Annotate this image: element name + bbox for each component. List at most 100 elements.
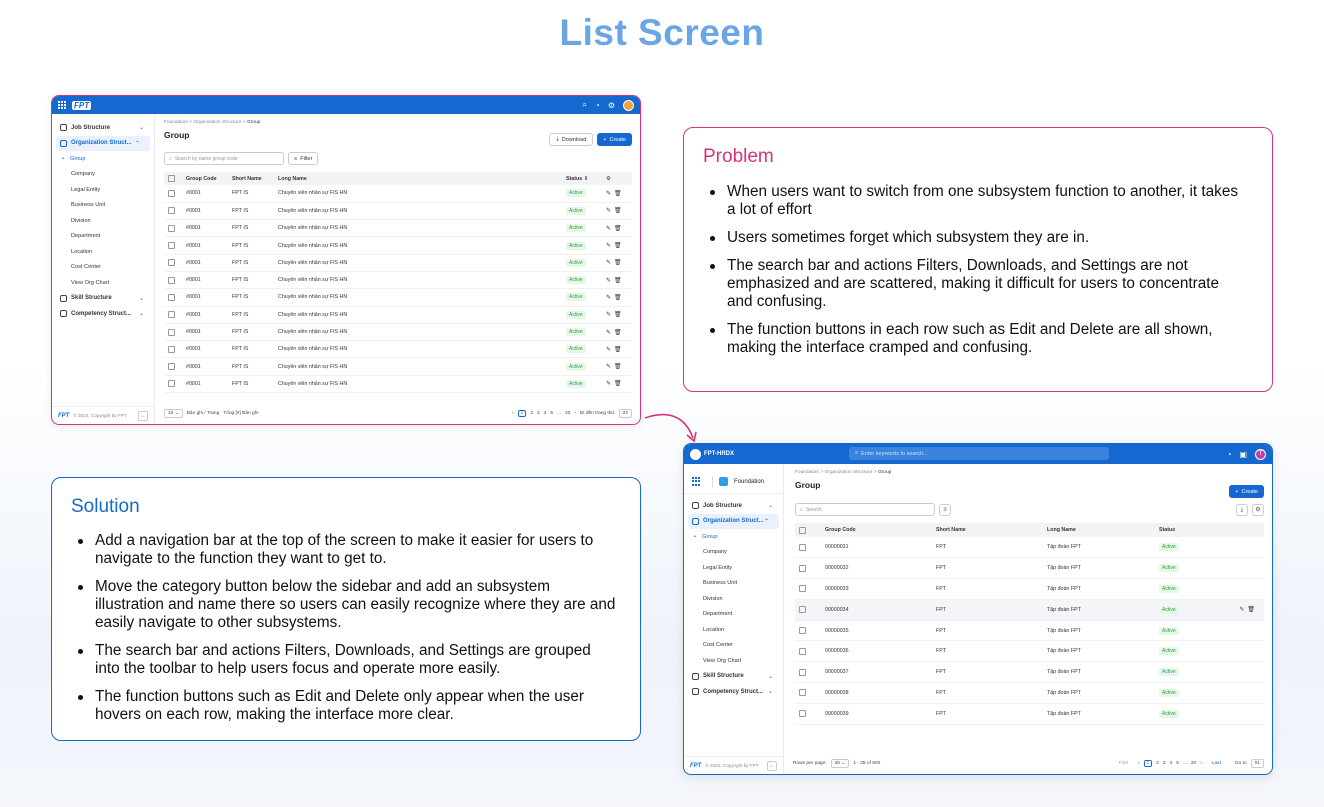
sidebar-subitem-group[interactable]: Group [52,151,154,167]
sidebar-subitem-business-unit[interactable]: Business Unit [52,198,154,214]
collapse-sidebar-icon[interactable]: ← [767,760,777,771]
table-row[interactable]: #0001 FPT IS Chuyên viên nhân sự FIS HN Act… [164,185,632,203]
row-checkbox[interactable] [799,689,806,697]
sidebar-item-organization-structure[interactable]: Organization Struct... ⌃ [56,135,150,151]
group-code-link[interactable]: 00000038 [821,682,932,704]
row-checkbox[interactable] [799,585,806,593]
trash-icon[interactable]: 🗑 [614,364,625,370]
group-code-link[interactable]: #0001 [182,271,228,290]
create-button[interactable]: + Create [597,133,632,146]
rows-per-page-select[interactable]: 25 ⌄ [830,758,850,768]
sidebar-subitem-cost-center[interactable]: Cost Center [684,638,783,654]
global-search-input[interactable]: ⌕ Enter keywords to search... [849,447,1109,460]
create-button[interactable]: + Create [1229,485,1264,498]
page-number[interactable]: 1 [1143,759,1153,767]
sidebar-item-organization-structure[interactable]: Organization Struct... ⌃ [688,513,779,529]
last-page-button[interactable]: Last [1212,761,1221,766]
trash-icon[interactable]: 🗑 [614,278,625,284]
group-code-link[interactable]: #0001 [182,375,228,394]
edit-icon[interactable]: ✎ [606,226,614,232]
group-code-link[interactable]: #0001 [182,236,228,255]
row-checkbox[interactable] [799,627,806,635]
sidebar-subitem-department[interactable]: Department [684,607,783,623]
table-row[interactable]: 00000037 FPT Tập đoàn FPT Active [795,661,1264,684]
table-row[interactable]: #0001 FPT IS Chuyên viên nhân sự FIS HN Act… [164,219,632,238]
column-header[interactable]: Short Name [228,172,274,185]
column-header-status[interactable]: Status ⇕ [562,172,602,185]
sidebar-subitem-view-org-chart[interactable]: View Org Chart [684,653,783,669]
edit-icon[interactable]: ✎ [606,330,614,336]
edit-icon[interactable]: ✎ [606,208,614,214]
sidebar-subitem-company[interactable]: Company [684,545,783,561]
sidebar-subitem-cost-center[interactable]: Cost Center [52,260,154,276]
row-checkbox[interactable] [168,189,175,197]
next-page-icon[interactable]: › [574,411,576,416]
edit-icon[interactable]: ✎ [606,191,614,197]
goto-input[interactable]: 22 [618,408,632,418]
sidebar-subitem-business-unit[interactable]: Business Unit [684,576,783,592]
page-number[interactable]: 20 [1191,761,1196,766]
trash-icon[interactable]: 🗑 [614,381,625,387]
row-checkbox[interactable] [799,710,806,718]
trash-icon[interactable]: 🗑 [614,295,625,301]
group-code-link[interactable]: 00000035 [821,620,932,642]
table-row[interactable]: 00000031 FPT Tập đoàn FPT Active [795,537,1264,559]
group-code-link[interactable]: 00000036 [821,640,932,663]
page-number[interactable]: ... [1183,761,1187,766]
page-number[interactable]: 4 [1170,761,1173,766]
subsystem-switcher[interactable]: Foundation [684,470,783,494]
row-checkbox[interactable] [168,293,175,301]
row-checkbox[interactable] [799,668,806,676]
row-checkbox[interactable] [168,363,175,371]
sidebar-subitem-location[interactable]: Location [52,244,154,260]
row-checkbox[interactable] [799,543,806,551]
group-code-link[interactable]: #0001 [182,288,228,307]
app-grid-icon[interactable] [58,100,67,110]
row-checkbox[interactable] [799,647,806,655]
sidebar-subitem-department[interactable]: Department [52,229,154,245]
page-number[interactable]: 2 [1156,761,1159,766]
table-row[interactable]: #0001 FPT IS Chuyên viên nhân sự FIS HN Act… [164,254,632,272]
filter-icon[interactable]: ≡ [939,503,951,516]
group-code-link[interactable]: #0001 [182,340,228,359]
row-checkbox[interactable] [799,606,806,614]
edit-icon[interactable]: ✎ [606,295,614,301]
group-code-link[interactable]: #0001 [182,306,228,324]
trash-icon[interactable]: 🗑 [614,191,625,197]
goto-input[interactable]: 01 [1250,758,1264,768]
column-header[interactable]: Group Code [182,172,228,185]
select-all-checkbox[interactable] [168,175,175,182]
table-row[interactable]: 00000033 FPT Tập đoàn FPT Active [795,578,1264,600]
group-code-link[interactable]: 00000034 [821,599,932,621]
first-page-button[interactable]: First [1119,761,1128,766]
sidebar-subitem-company[interactable]: Company [52,167,154,183]
table-row[interactable]: #0001 FPT IS Chuyên viên nhân sự FIS HN Act… [164,340,632,359]
group-code-link[interactable]: #0001 [182,219,228,238]
table-row[interactable]: 00000039 FPT Tập đoàn FPT Active [795,703,1264,725]
edit-icon[interactable]: ✎ [606,278,614,284]
page-number[interactable]: 1 [517,409,527,417]
page-number[interactable]: 3 [1163,761,1166,766]
bell-icon[interactable]: ◔ [1227,450,1232,459]
table-row[interactable]: 00000034 FPT Tập đoàn FPT Active ✎🗑 [795,599,1264,621]
prev-page-icon[interactable]: ‹ [512,411,514,416]
trash-icon[interactable]: 🗑 [614,312,625,318]
table-row[interactable]: #0001 FPT IS Chuyên viên nhân sự FIS HN Act… [164,357,632,376]
group-code-link[interactable]: 00000033 [821,578,932,600]
app-grid-icon[interactable] [692,477,701,486]
select-all-checkbox[interactable] [799,526,806,534]
group-code-link[interactable]: 00000032 [821,557,932,580]
sidebar-item-competency-structure[interactable]: Competency Struct... ⌄ [684,684,783,700]
group-code-link[interactable]: #0001 [182,202,228,221]
table-row[interactable]: 00000036 FPT Tập đoàn FPT Active [795,640,1264,663]
trash-icon[interactable]: 🗑 [614,347,625,353]
trash-icon[interactable]: 🗑 [614,243,625,249]
edit-icon[interactable]: ✎ [606,364,614,370]
avatar[interactable] [623,99,634,111]
row-checkbox[interactable] [168,224,175,232]
edit-icon[interactable]: ✎ [606,260,614,266]
row-checkbox[interactable] [168,328,175,336]
page-number[interactable]: 3 [537,411,540,416]
sidebar-item-skill-structure[interactable]: Skill Structure ⌄ [52,291,154,307]
sidebar-subitem-legal-entity[interactable]: Legal Entity [684,560,783,576]
